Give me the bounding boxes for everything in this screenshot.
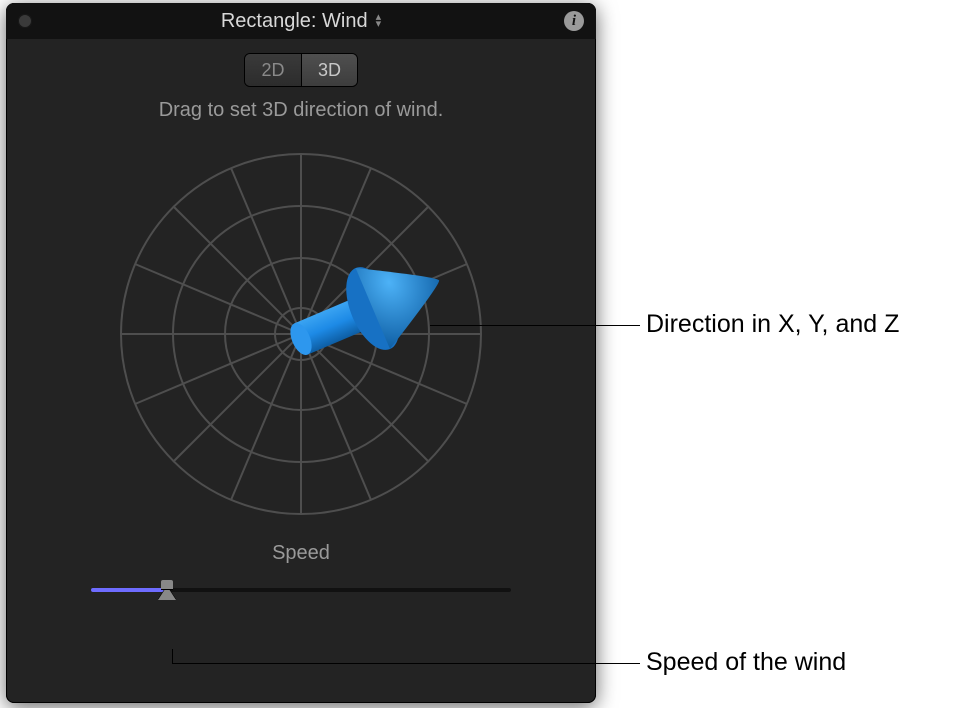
close-window-button[interactable] (18, 14, 32, 28)
titlebar: Rectangle: Wind ▴ ▾ i (6, 3, 596, 39)
callout-leader-speed (172, 663, 640, 664)
info-icon: i (572, 13, 576, 30)
title-stepper[interactable]: ▴ ▾ (376, 14, 382, 28)
slider-fill (91, 588, 167, 592)
callout-direction: Direction in X, Y, and Z (646, 310, 899, 339)
dimension-toggle: 2D 3D (244, 53, 358, 87)
callout-speed: Speed of the wind (646, 648, 846, 677)
instruction-text: Drag to set 3D direction of wind. (159, 99, 444, 122)
callout-leader-speed-tick (172, 649, 173, 663)
speed-label: Speed (272, 542, 330, 565)
hud-title: Rectangle: Wind (221, 10, 368, 33)
chevron-down-icon: ▾ (376, 21, 382, 28)
info-button[interactable]: i (564, 11, 584, 31)
direction-dial[interactable] (111, 144, 491, 524)
segment-3d[interactable]: 3D (301, 54, 357, 86)
speed-slider[interactable] (91, 579, 511, 601)
callout-leader-direction (430, 325, 640, 326)
hud-body: 2D 3D Drag to set 3D direction of wind. (6, 39, 596, 601)
slider-thumb[interactable] (158, 580, 176, 600)
hud-panel: Rectangle: Wind ▴ ▾ i 2D 3D Drag to set … (6, 3, 596, 703)
segment-2d[interactable]: 2D (245, 54, 301, 86)
dial-graphic (111, 144, 491, 524)
